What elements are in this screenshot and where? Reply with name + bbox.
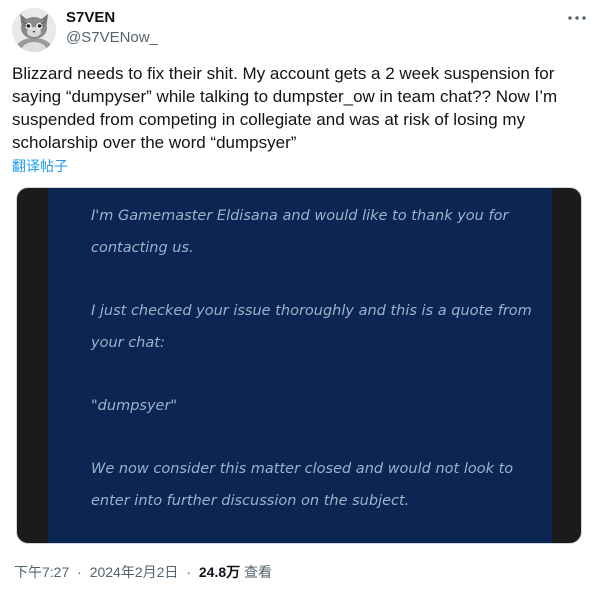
views-count[interactable]: 24.8万: [199, 564, 240, 580]
gm-message-line: We now consider this matter closed and w…: [91, 461, 514, 477]
gm-message-line: enter into further discussion on the sub…: [91, 493, 410, 509]
post-date[interactable]: 2024年2月2日: [90, 564, 179, 580]
tweet-header: S7VEN @S7VENow_: [12, 8, 588, 52]
more-options-icon[interactable]: [566, 8, 588, 28]
tweet-text-line: scholarship over the word “dumpsyer”: [12, 133, 297, 152]
gm-message-line: "dumpsyer": [91, 398, 178, 414]
tweet-media-image[interactable]: I'm Gamemaster Eldisana and would like t…: [16, 187, 582, 544]
tweet-text-line: suspended from competing in collegiate a…: [12, 110, 526, 129]
tweet-text: Blizzard needs to fix their shit. My acc…: [12, 62, 590, 154]
gm-message-line: I just checked your issue thoroughly and…: [91, 303, 532, 319]
gamemaster-message-screenshot: I'm Gamemaster Eldisana and would like t…: [48, 188, 552, 543]
gm-message-line: your chat:: [91, 335, 165, 351]
author-names: S7VEN @S7VENow_: [66, 8, 158, 48]
views-label: 查看: [244, 564, 273, 580]
cat-avatar-icon[interactable]: [12, 8, 56, 52]
meta-separator: ·: [186, 564, 191, 580]
tweet-meta: 下午7:27 · 2024年2月2日 · 24.8万 查看: [14, 563, 272, 581]
translate-post-link[interactable]: 翻译帖子: [12, 157, 68, 175]
meta-separator: ·: [77, 564, 82, 580]
user-handle[interactable]: @S7VENow_: [66, 28, 158, 48]
tweet-text-line: Blizzard needs to fix their shit. My acc…: [12, 64, 555, 83]
display-name[interactable]: S7VEN: [66, 8, 158, 28]
post-time[interactable]: 下午7:27: [14, 564, 69, 580]
gm-message-line: I'm Gamemaster Eldisana and would like t…: [91, 208, 509, 224]
gm-message-line: contacting us.: [91, 240, 194, 256]
tweet-text-line: saying “dumpyser” while talking to dumps…: [12, 87, 558, 106]
